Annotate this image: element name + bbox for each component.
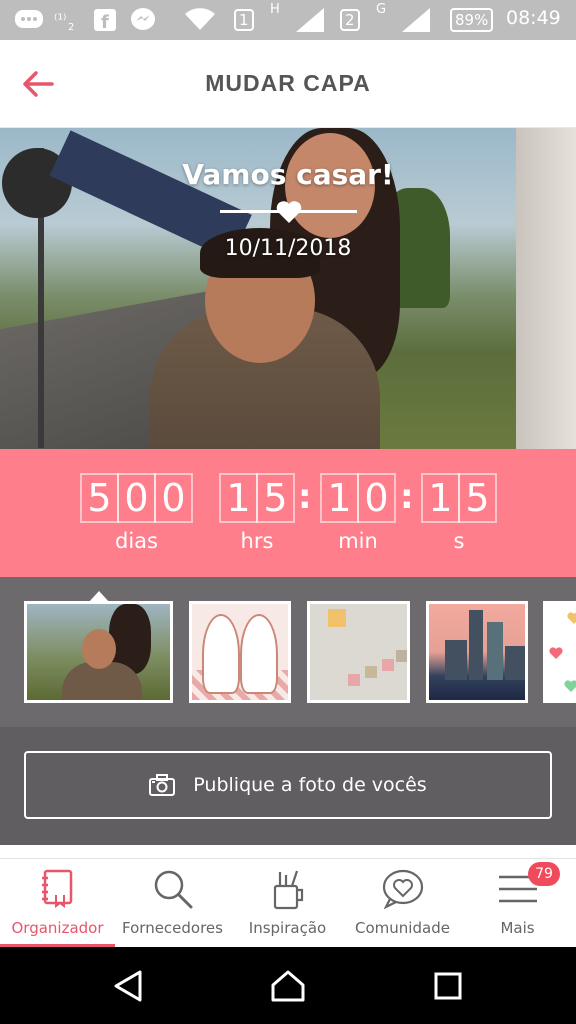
sim2-label: 2 (340, 9, 360, 31)
thumb-building (487, 622, 503, 680)
seconds-digit: 1 (421, 473, 460, 523)
nav-label: Fornecedores (122, 919, 223, 937)
cover-date: 10/11/2018 (224, 236, 352, 261)
app-bar: MUDAR CAPA (0, 40, 576, 128)
publish-photo-button[interactable]: Publique a foto de vocês (24, 751, 552, 819)
triangle-back-icon (114, 970, 142, 1002)
sim1-icon: 1 (234, 6, 254, 34)
hours-label: hrs (240, 529, 274, 553)
thumb-flag (348, 674, 360, 686)
system-recents-button[interactable] (428, 969, 468, 1003)
wifi-icon (184, 6, 216, 34)
nav-inspiracao[interactable]: Inspiração (230, 859, 345, 947)
cover-thumbnail-strip[interactable] (0, 577, 576, 727)
seconds-label: s (453, 529, 465, 553)
thumb-face (82, 629, 116, 669)
messenger-icon (130, 6, 156, 34)
sim2-network: G (376, 2, 387, 17)
thumbnail-couple-photo[interactable] (24, 601, 173, 703)
signal-icon (296, 6, 324, 34)
svg-text:2: 2 (68, 22, 74, 32)
nav-organizador[interactable]: Organizador (0, 859, 115, 947)
nav-label: Comunidade (355, 919, 450, 937)
nav-label: Organizador (11, 919, 104, 937)
pencil-cup-icon (273, 870, 303, 910)
thumb-flag (382, 659, 394, 671)
signal-off-icon: ⁽¹⁾ 2 (54, 6, 82, 34)
camera-icon (149, 774, 176, 796)
hours-digit: 1 (219, 473, 258, 523)
thumb-flag (328, 609, 346, 627)
seconds-digit: 5 (458, 473, 497, 523)
system-nav-bar (0, 947, 576, 1024)
nav-fornecedores[interactable]: Fornecedores (115, 859, 230, 947)
thumbnail-city[interactable] (426, 601, 528, 703)
messenger-chat-icon (14, 6, 44, 34)
status-bar: ⁽¹⁾ 2 f 1 H 2 G 89% 08:49 (0, 0, 576, 40)
thumb-bunny (202, 614, 240, 694)
system-home-button[interactable] (268, 969, 308, 1003)
clock: 08:49 (506, 7, 561, 29)
page-title: MUDAR CAPA (205, 70, 371, 96)
minutes-digits: 1 0 (320, 473, 396, 523)
sim1-network: H (270, 2, 280, 17)
bottom-nav: Organizador Fornecedores Inspiração Comu… (0, 859, 576, 947)
days-digit: 0 (117, 473, 156, 523)
minutes-label: min (338, 529, 378, 553)
countdown: 5 0 0 1 5 : 1 0 : 1 5 dias hrs min s (0, 449, 576, 577)
thumbnail-bunting[interactable] (307, 601, 410, 703)
minutes-digit: 1 (320, 473, 359, 523)
heart-icon (276, 201, 302, 223)
days-label: dias (115, 529, 158, 553)
heart-chat-icon (382, 869, 423, 909)
publish-area: Publique a foto de vocês (0, 727, 576, 845)
thumbnail-bunnies[interactable] (189, 601, 291, 703)
home-icon (271, 970, 305, 1002)
thumb-building (505, 646, 525, 680)
nav-label: Inspiração (248, 919, 327, 937)
screen: ⁽¹⁾ 2 f 1 H 2 G 89% 08:49 MUDAR CAPA Vam… (0, 0, 576, 1024)
sim2-icon: 2 (340, 6, 360, 34)
nav-label: Mais (500, 919, 535, 937)
facebook-icon: f (94, 6, 116, 34)
thumb-building (445, 640, 467, 680)
cover-photo: Vamos casar! 10/11/2018 (0, 128, 576, 449)
signal-icon-2 (402, 6, 430, 34)
battery-level: 89% (450, 8, 494, 32)
cover-title: Vamos casar! (182, 158, 394, 191)
svg-text:f: f (101, 12, 109, 31)
system-back-button[interactable] (108, 969, 148, 1003)
days-digit: 5 (80, 473, 119, 523)
seconds-digits: 1 5 (421, 473, 497, 523)
hours-digits: 1 5 (219, 473, 295, 523)
hearts-icon (549, 612, 576, 692)
sim1-label: 1 (234, 9, 254, 31)
days-digit: 0 (154, 473, 193, 523)
svg-text:⁽¹⁾: ⁽¹⁾ (54, 12, 67, 28)
content-gap (0, 845, 576, 859)
days-digits: 5 0 0 (80, 473, 193, 523)
square-recents-icon (434, 972, 462, 1000)
thumb-bunny (240, 614, 278, 694)
notification-badge: 79 (528, 862, 560, 886)
thumb-building (469, 610, 483, 680)
thumb-flag (365, 666, 377, 678)
hours-digit: 5 (256, 473, 295, 523)
search-icon (154, 870, 192, 909)
time-separator: : (298, 477, 312, 517)
minutes-digit: 0 (357, 473, 396, 523)
battery-icon: 89% (450, 6, 494, 34)
thumb-flag (396, 650, 407, 662)
notebook-icon (41, 869, 72, 908)
publish-label: Publique a foto de vocês (193, 774, 427, 796)
nav-comunidade[interactable]: Comunidade (345, 859, 460, 947)
time-separator: : (400, 477, 414, 517)
thumbnail-hearts[interactable] (543, 601, 576, 703)
